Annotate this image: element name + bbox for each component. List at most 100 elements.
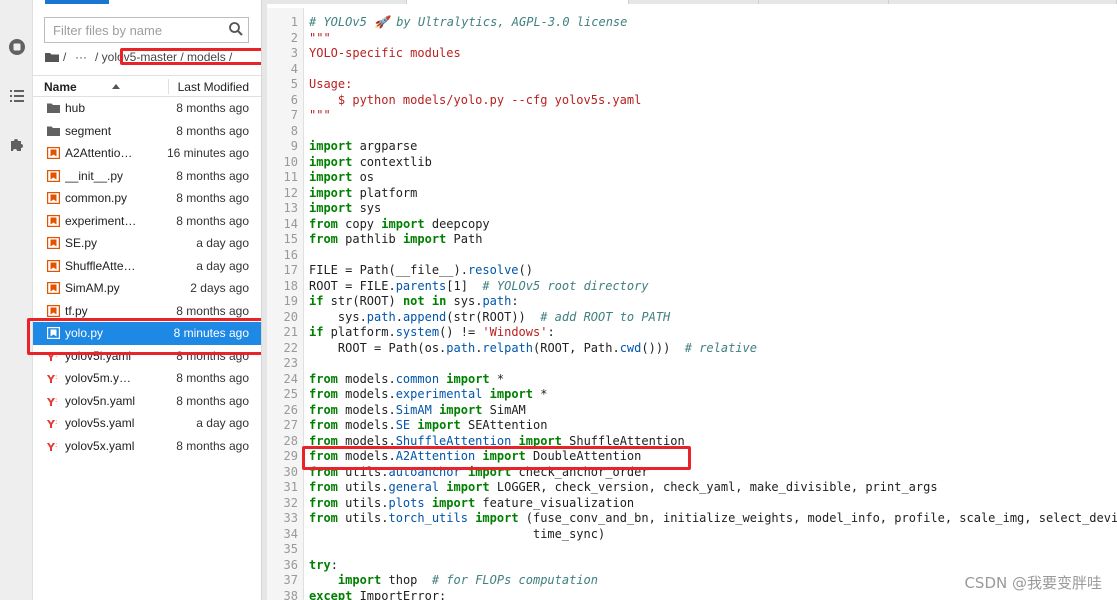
code-line[interactable]: 2 """	[267, 31, 1117, 47]
line-number: 15	[283, 232, 298, 246]
breadcrumb-root[interactable]: /	[63, 50, 66, 64]
code-editor[interactable]: 1 # YOLOv5 🚀 by Ultralytics, AGPL-3.0 lic…	[267, 0, 1117, 600]
file-modified: 2 days ago	[190, 281, 249, 295]
file-row[interactable]: SimAM.py 2 days ago	[33, 277, 261, 300]
code-area[interactable]: 1 # YOLOv5 🚀 by Ultralytics, AGPL-3.0 lic…	[267, 15, 1117, 600]
file-row[interactable]: Y: yolov5m.yaml 8 months ago	[33, 367, 261, 390]
last-modified-column-header[interactable]: Last Modified	[178, 80, 249, 94]
code-line[interactable]: 6 $ python models/yolo.py --cfg yolov5s.…	[267, 93, 1117, 109]
file-row[interactable]: Y: yolov5x.yaml 8 months ago	[33, 435, 261, 458]
line-number: 38	[283, 588, 298, 600]
code-line[interactable]: 15 from pathlib import Path	[267, 232, 1117, 248]
new-launcher-button[interactable]	[45, 0, 109, 4]
file-list-header: Name Last Modified	[33, 75, 261, 97]
code-line[interactable]: 14 from copy import deepcopy	[267, 217, 1117, 233]
code-line[interactable]: 11 import os	[267, 170, 1117, 186]
code-line[interactable]: 18 ROOT = FILE.parents[1] # YOLOv5 root d…	[267, 279, 1117, 295]
code-line[interactable]: 22 ROOT = Path(os.path.relpath(ROOT, Pat…	[267, 341, 1117, 357]
line-number: 37	[283, 573, 298, 587]
breadcrumb-ellipsis[interactable]: ···	[75, 50, 87, 64]
code-text: from models.common import *	[309, 371, 505, 386]
folder-icon	[47, 126, 60, 136]
file-row[interactable]: hub 8 months ago	[33, 97, 261, 120]
line-number: 32	[283, 495, 298, 510]
code-text: ROOT = FILE.parents[1] # YOLOv5 root dir…	[309, 278, 649, 293]
line-number: 13	[283, 201, 298, 215]
code-text: sys.path.append(str(ROOT)) # add ROOT to…	[309, 309, 671, 324]
code-line[interactable]: 26 from models.SimAM import SimAM	[267, 403, 1117, 419]
line-number: 26	[283, 402, 298, 417]
file-name: experimental.py	[65, 213, 137, 228]
code-line[interactable]: 35	[267, 542, 1117, 558]
code-line[interactable]: 27 from models.SE import SEAttention	[267, 418, 1117, 434]
activity-bar	[0, 0, 33, 600]
code-text: from utils.torch_utils import (fuse_conv…	[309, 511, 1117, 525]
file-row[interactable]: Y: yolov5s.yaml a day ago	[33, 412, 261, 435]
line-number: 31	[283, 480, 298, 494]
editor-tab[interactable]	[629, 0, 759, 4]
editor-tab-active[interactable]	[407, 0, 629, 4]
code-line[interactable]: 9 import argparse	[267, 139, 1117, 155]
file-row[interactable]: __init__.py 8 months ago	[33, 165, 261, 188]
file-name: yolov5m.yaml	[65, 371, 137, 385]
code-line[interactable]: 7 """	[267, 108, 1117, 124]
code-line[interactable]: 25 from models.experimental import *	[267, 387, 1117, 403]
watermark: CSDN @我要变胖哇	[964, 574, 1102, 592]
command-palette-icon[interactable]	[8, 87, 26, 105]
file-row[interactable]: common.py 8 months ago	[33, 187, 261, 210]
code-line[interactable]: 33 from utils.torch_utils import (fuse_co…	[267, 511, 1117, 527]
code-line[interactable]: 10 import contextlib	[267, 155, 1117, 171]
editor-tab[interactable]	[267, 0, 407, 4]
code-line[interactable]: 32 from utils.plots import feature_visual…	[267, 496, 1117, 512]
editor-tab[interactable]	[889, 0, 1117, 4]
file-row[interactable]: Y: yolov5n.yaml 8 months ago	[33, 390, 261, 413]
python-file-icon	[47, 192, 60, 204]
code-line[interactable]: 8	[267, 124, 1117, 140]
file-modified: a day ago	[196, 258, 249, 273]
code-line[interactable]: 23	[267, 356, 1117, 372]
code-line[interactable]: 24 from models.common import *	[267, 372, 1117, 388]
line-number: 34	[283, 526, 298, 541]
file-row[interactable]: A2Attention.py 16 minutes ago	[33, 142, 261, 165]
editor-tab[interactable]	[759, 0, 889, 4]
line-number: 9	[290, 139, 298, 153]
file-row[interactable]: ShuffleAttention.py a day ago	[33, 255, 261, 278]
file-name: yolov5s.yaml	[65, 416, 135, 430]
file-name: common.py	[65, 191, 128, 205]
code-line[interactable]: 12 import platform	[267, 186, 1117, 202]
code-line[interactable]: 13 import sys	[267, 201, 1117, 217]
file-row[interactable]: experimental.py 8 months ago	[33, 210, 261, 233]
code-line[interactable]: 34 time_sync)	[267, 527, 1117, 543]
python-file-icon	[47, 147, 60, 159]
code-line[interactable]: 21 if platform.system() != 'Windows':	[267, 325, 1117, 341]
code-line[interactable]: 4	[267, 62, 1117, 78]
code-line[interactable]: 19 if str(ROOT) not in sys.path:	[267, 294, 1117, 310]
file-row[interactable]: segment 8 months ago	[33, 120, 261, 143]
code-line[interactable]: 3 YOLO-specific modules	[267, 46, 1117, 62]
python-file-icon	[47, 169, 60, 182]
name-column-header[interactable]: Name	[44, 80, 77, 94]
file-row[interactable]: SE.py a day ago	[33, 232, 261, 255]
code-line[interactable]: 16	[267, 248, 1117, 264]
home-folder-icon[interactable]	[45, 52, 59, 63]
code-text: ROOT = Path(os.path.relpath(ROOT, Path.c…	[309, 340, 757, 355]
code-line[interactable]: 20 sys.path.append(str(ROOT)) # add ROOT…	[267, 310, 1117, 326]
code-line[interactable]: 36 try:	[267, 558, 1117, 574]
extensions-puzzle-icon[interactable]	[8, 135, 26, 153]
svg-text::: :	[55, 396, 57, 404]
line-number: 8	[290, 123, 298, 138]
code-line[interactable]: 5 Usage:	[267, 77, 1117, 93]
file-modified: 8 months ago	[176, 438, 249, 453]
file-modified: 8 months ago	[176, 101, 249, 115]
code-line[interactable]: 17 FILE = Path(__file__).resolve()	[267, 263, 1117, 279]
file-name: yolov5x.yaml	[65, 438, 135, 453]
running-sessions-icon[interactable]	[8, 38, 26, 56]
file-modified: 8 months ago	[176, 123, 249, 138]
code-line[interactable]: 31 from utils.general import LOGGER, chec…	[267, 480, 1117, 496]
code-line[interactable]: 1 # YOLOv5 🚀 by Ultralytics, AGPL-3.0 lic…	[267, 15, 1117, 31]
search-icon[interactable]	[228, 21, 244, 37]
line-number: 10	[283, 154, 298, 169]
file-name: segment	[65, 123, 112, 138]
filter-files-input[interactable]	[45, 18, 223, 42]
file-name: tf.py	[65, 303, 88, 318]
